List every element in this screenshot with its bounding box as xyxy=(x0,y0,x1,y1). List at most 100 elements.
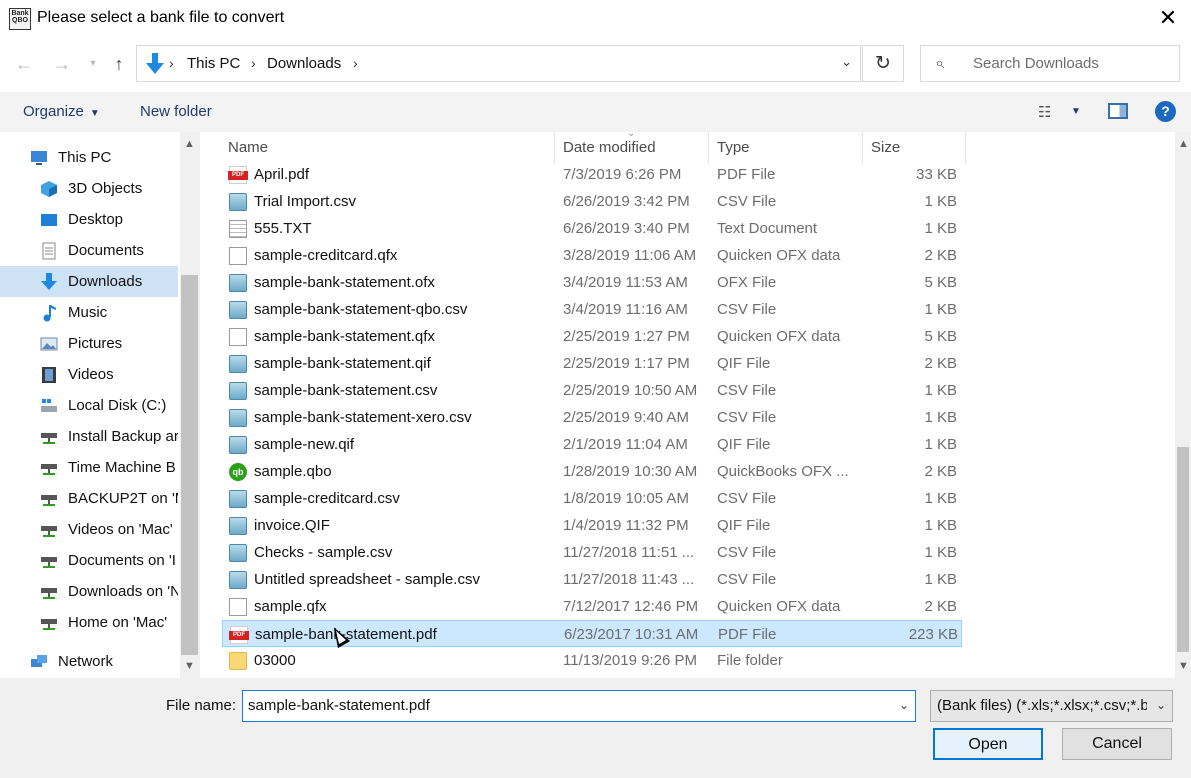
file-date: 11/27/2018 11:43 ... xyxy=(563,571,695,588)
scroll-up-icon[interactable]: ▲ xyxy=(184,138,195,150)
file-row[interactable]: Checks - sample.csv 11/27/2018 11:51 ...… xyxy=(222,539,962,566)
file-size: 1 KB xyxy=(924,436,957,453)
sidebar-item-this-pc[interactable]: This PC xyxy=(0,142,178,173)
open-button[interactable]: Open xyxy=(933,728,1043,760)
file-row[interactable]: sample-creditcard.qfx 3/28/2019 11:06 AM… xyxy=(222,242,962,269)
column-header-date-modified[interactable]: Date modified xyxy=(563,132,656,164)
breadcrumb-downloads[interactable]: Downloads xyxy=(267,55,341,72)
qif-file-icon xyxy=(229,517,247,535)
search-input[interactable]: ⌕ Search Downloads xyxy=(920,45,1180,82)
file-row[interactable]: sample.qfx 7/12/2017 12:46 PM Quicken OF… xyxy=(222,593,962,620)
column-divider[interactable] xyxy=(708,132,709,164)
file-row[interactable]: Untitled spreadsheet - sample.csv 11/27/… xyxy=(222,566,962,593)
view-options-icon[interactable]: ☷ xyxy=(1038,103,1051,121)
file-name: sample-bank-statement.ofx xyxy=(254,274,435,291)
file-row[interactable]: sample-bank-statement.qfx 2/25/2019 1:27… xyxy=(222,323,962,350)
sidebar-item-music[interactable]: Music xyxy=(0,297,178,328)
qif-file-icon xyxy=(229,355,247,373)
file-date: 7/3/2019 6:26 PM xyxy=(563,166,682,183)
forward-arrow-icon[interactable]: → xyxy=(49,50,75,78)
recent-locations-chevron-icon[interactable]: ▾ xyxy=(80,50,106,78)
file-name: sample.qfx xyxy=(254,598,327,615)
file-row[interactable]: sample-creditcard.csv 1/8/2019 10:05 AM … xyxy=(222,485,962,512)
sidebar-item-3d-objects[interactable]: 3D Objects xyxy=(0,173,178,204)
new-folder-button[interactable]: New folder xyxy=(140,103,212,120)
view-options-dropdown-icon[interactable]: ▼ xyxy=(1071,106,1081,117)
file-row[interactable]: sample-bank-statement.csv 2/25/2019 10:5… xyxy=(222,377,962,404)
sidebar-item-documents-on-mac[interactable]: Documents on 'I xyxy=(0,545,178,576)
sidebar-item-pictures[interactable]: Pictures xyxy=(0,328,178,359)
close-button[interactable]: ✕ xyxy=(1145,0,1191,38)
column-header-name[interactable]: Name xyxy=(228,132,268,164)
sidebar-item-label: Desktop xyxy=(68,211,124,228)
file-size: 1 KB xyxy=(924,220,957,237)
bank-qbo-app-icon: Bank QBO xyxy=(9,8,31,30)
downloads-location-icon xyxy=(146,53,164,74)
sidebar-item-network[interactable]: Network xyxy=(0,646,178,677)
scroll-down-icon[interactable]: ▼ xyxy=(1178,660,1189,672)
file-size: 1 KB xyxy=(924,409,957,426)
sidebar-item-backup2t[interactable]: BACKUP2T on 'M xyxy=(0,483,178,514)
scroll-up-icon[interactable]: ▲ xyxy=(1178,138,1189,150)
column-divider[interactable] xyxy=(554,132,555,164)
file-size: 1 KB xyxy=(924,517,957,534)
refresh-button[interactable]: ↻ xyxy=(862,45,904,82)
sidebar-item-install-backup[interactable]: Install Backup ar xyxy=(0,421,178,452)
file-type: Text Document xyxy=(717,220,818,237)
file-row[interactable]: 555.TXT 6/26/2019 3:40 PM Text Document … xyxy=(222,215,962,242)
organize-menu-button[interactable]: Organize ▼ xyxy=(23,103,100,120)
file-row[interactable]: Trial Import.csv 6/26/2019 3:42 PM CSV F… xyxy=(222,188,962,215)
sidebar-item-downloads-on-mac[interactable]: Downloads on 'N xyxy=(0,576,178,607)
file-row[interactable]: qb sample.qbo 1/28/2019 10:30 AM QuickBo… xyxy=(222,458,962,485)
up-arrow-icon[interactable]: ↑ xyxy=(106,50,132,78)
file-list-scrollbar-thumb[interactable] xyxy=(1177,447,1189,652)
sidebar-item-downloads[interactable]: Downloads xyxy=(0,266,178,297)
breadcrumb-this-pc[interactable]: This PC xyxy=(187,55,240,72)
address-bar[interactable]: › This PC › Downloads › ⌄ xyxy=(136,45,861,82)
sidebar-item-home-on-mac[interactable]: Home on 'Mac' xyxy=(0,607,178,638)
sidebar-item-time-machine[interactable]: Time Machine B xyxy=(0,452,178,483)
back-arrow-icon[interactable]: ← xyxy=(11,50,37,78)
cancel-button[interactable]: Cancel xyxy=(1062,728,1172,760)
column-header-size[interactable]: Size xyxy=(871,132,900,164)
sidebar-item-label: 3D Objects xyxy=(68,180,143,197)
file-date: 2/25/2019 10:50 AM xyxy=(563,382,698,399)
address-history-dropdown-icon[interactable]: ⌄ xyxy=(841,54,852,70)
file-name-input[interactable]: sample-bank-statement.pdf ⌄ xyxy=(242,690,916,722)
file-row[interactable]: sample-new.qif 2/1/2019 11:04 AM QIF Fil… xyxy=(222,431,962,458)
file-name: sample-creditcard.csv xyxy=(254,490,400,507)
chevron-down-icon[interactable]: ⌄ xyxy=(1156,698,1166,712)
column-divider[interactable] xyxy=(965,132,966,164)
sidebar-item-desktop[interactable]: Desktop xyxy=(0,204,178,235)
file-row[interactable]: PDF April.pdf 7/3/2019 6:26 PM PDF File … xyxy=(222,161,962,188)
sidebar-item-videos[interactable]: Videos xyxy=(0,359,178,390)
file-name-value: sample-bank-statement.pdf xyxy=(248,697,430,714)
column-header-type[interactable]: Type xyxy=(717,132,750,164)
file-row[interactable]: invoice.QIF 1/4/2019 11:32 PM QIF File 1… xyxy=(222,512,962,539)
file-size: 5 KB xyxy=(924,328,957,345)
folder-icon xyxy=(229,652,247,670)
scroll-down-icon[interactable]: ▼ xyxy=(184,660,195,672)
sidebar-item-local-disk[interactable]: Local Disk (C:) xyxy=(0,390,178,421)
navigation-scrollbar-thumb[interactable] xyxy=(181,275,198,655)
file-row[interactable]: 03000 11/13/2019 9:26 PM File folder xyxy=(222,647,962,674)
column-divider[interactable] xyxy=(862,132,863,164)
sidebar-item-videos-on-mac[interactable]: Videos on 'Mac' xyxy=(0,514,178,545)
csv-file-icon xyxy=(229,544,247,562)
file-type: CSV File xyxy=(717,544,777,561)
sidebar-item-documents[interactable]: Documents xyxy=(0,235,178,266)
file-type-filter-select[interactable]: (Bank files) (*.xls;*.xlsx;*.csv;*.b ⌄ xyxy=(930,690,1173,722)
file-row[interactable]: sample-bank-statement-qbo.csv 3/4/2019 1… xyxy=(222,296,962,323)
chevron-down-icon[interactable]: ⌄ xyxy=(899,698,909,712)
sidebar-item-label: This PC xyxy=(58,149,112,166)
file-row[interactable]: sample-bank-statement-xero.csv 2/25/2019… xyxy=(222,404,962,431)
file-size: 223 KB xyxy=(908,626,958,643)
file-date: 1/4/2019 11:32 PM xyxy=(563,517,689,534)
network-drive-icon xyxy=(41,619,57,630)
file-row[interactable]: sample-bank-statement.ofx 3/4/2019 11:53… xyxy=(222,269,962,296)
help-icon[interactable]: ? xyxy=(1155,101,1176,122)
blank-file-icon xyxy=(229,598,247,616)
file-size: 2 KB xyxy=(924,598,957,615)
file-row[interactable]: sample-bank-statement.qif 2/25/2019 1:17… xyxy=(222,350,962,377)
preview-pane-icon[interactable] xyxy=(1108,103,1128,119)
